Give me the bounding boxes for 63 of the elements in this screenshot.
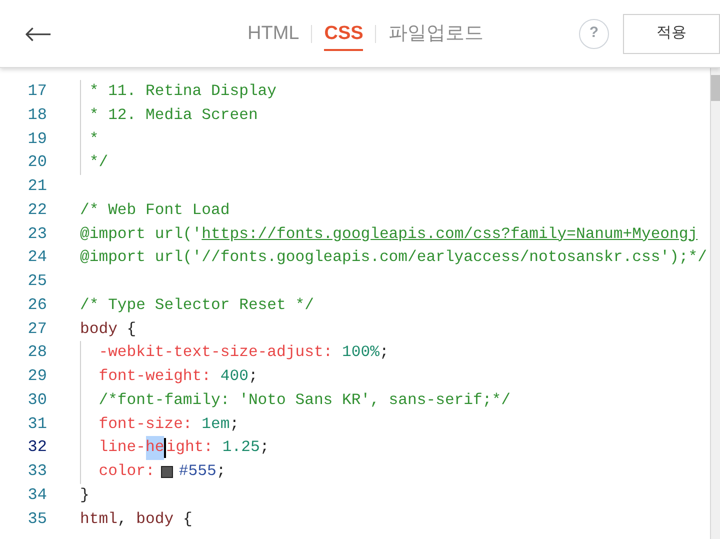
code-text: 1.25 — [221, 437, 260, 458]
line-number: 29 — [26, 366, 48, 388]
code-text: color: — [98, 461, 155, 482]
code-text: ; — [379, 342, 389, 364]
line-number: 34 — [26, 485, 48, 506]
help-button[interactable]: ? — [579, 18, 609, 48]
code-text: https://fonts.googleapis.com/css?family=Nanum+Myeongj — [202, 224, 698, 245]
line-number: 23 — [26, 224, 48, 245]
code-text: body — [136, 508, 174, 530]
line-number: 19 — [26, 128, 48, 150]
code-text: @import url(' — [80, 224, 202, 245]
code-text: } — [80, 485, 90, 506]
line-number: 33 — [26, 461, 48, 482]
code-text: /* Type Selector Reset */ — [80, 294, 314, 316]
tab[interactable]: 파일업로드 — [388, 16, 484, 52]
code-text: -webkit-text-size-adjust: — [98, 342, 333, 364]
line-number: 25 — [26, 271, 48, 292]
color-swatch[interactable] — [160, 466, 173, 478]
code-text: ight: — [166, 437, 214, 458]
line-number: 27 — [26, 318, 48, 340]
line-number: 18 — [26, 104, 48, 126]
code-text: line- — [98, 437, 146, 458]
text-cursor — [164, 438, 166, 458]
code-text: { — [126, 318, 136, 340]
code-text: , — [117, 508, 128, 530]
line-number: 21 — [26, 176, 48, 198]
code-text: * — [88, 128, 99, 150]
code-text: @import url('//fonts.googleapis.com/earlyaccess/notosanskr.css');*/ — [80, 247, 707, 268]
code-text: ; — [260, 437, 270, 458]
code-text: font-size: — [98, 414, 192, 435]
code-text: */ — [88, 152, 108, 174]
code-text: /*font-family: 'Noto Sans KR', sans-serif;*/ — [98, 390, 510, 411]
tab[interactable]: CSS — [324, 16, 364, 52]
line-number: 24 — [26, 247, 48, 268]
code-text: * 11. Retina Display — [88, 81, 277, 102]
back-button[interactable]: ← — [24, 16, 52, 50]
code-text: * 12. Media Screen — [88, 104, 258, 126]
tab[interactable]: HTML — [248, 16, 300, 52]
code-text: html — [80, 508, 118, 530]
line-number: 30 — [26, 390, 48, 411]
line-number: 17 — [26, 81, 48, 102]
code-text: ; — [216, 461, 226, 482]
code-text: #555 — [178, 461, 216, 482]
line-number: 20 — [26, 152, 48, 174]
code-text: 1em — [200, 414, 230, 435]
apply-button[interactable]: 적용 — [623, 14, 720, 54]
selected-text: he — [146, 436, 164, 460]
line-number: 26 — [26, 294, 48, 316]
code-text: ; — [248, 366, 258, 388]
line-number: 35 — [26, 508, 48, 530]
code-text: 100% — [341, 342, 380, 364]
code-text: /* Web Font Load — [80, 200, 230, 221]
line-number: 28 — [26, 342, 48, 364]
line-number: 22 — [26, 200, 48, 221]
code-text: ; — [230, 414, 240, 435]
scrollbar[interactable] — [710, 68, 720, 539]
scrollbar-thumb[interactable] — [711, 75, 720, 101]
line-number: 32 — [26, 437, 48, 458]
code-text: body — [80, 318, 118, 340]
code-text: 400 — [219, 366, 248, 388]
code-text: { — [182, 508, 192, 530]
code-text: font-weight: — [98, 366, 212, 388]
line-number: 31 — [26, 414, 48, 435]
